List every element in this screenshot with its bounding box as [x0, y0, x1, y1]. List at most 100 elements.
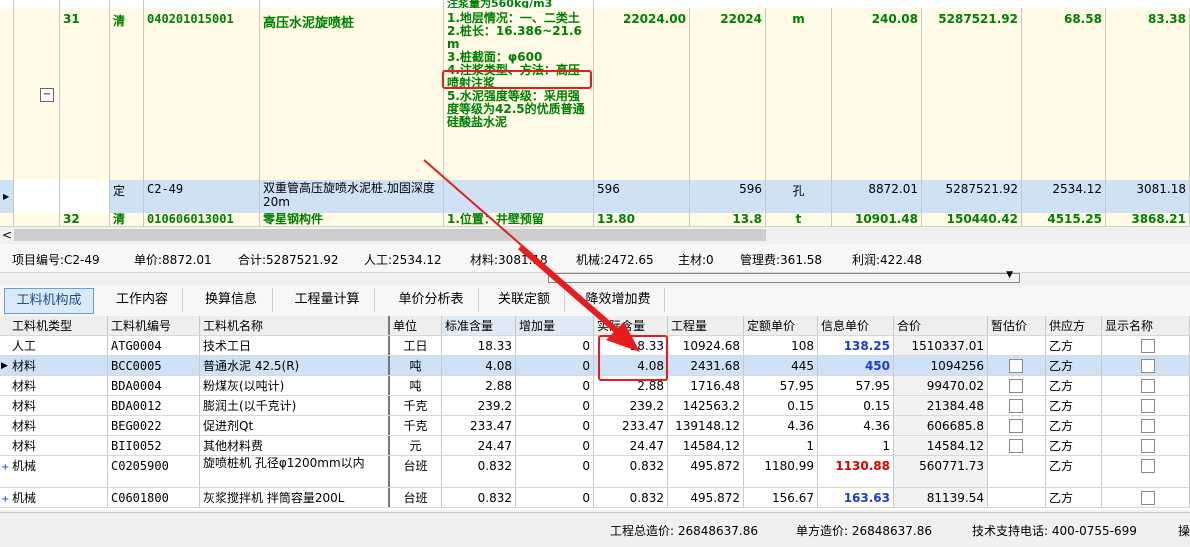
resource-row[interactable]: 材料 BEG0022 促进剂Qt 千克 233.47 0 233.47 139148.12 4.… [0, 416, 1190, 436]
cell-total: 99470.02 [894, 376, 988, 395]
tab-work-content[interactable]: 工作内容 [102, 288, 183, 312]
estimate-checkbox-cell [988, 416, 1046, 435]
tab-related-quota[interactable]: 关联定额 [484, 288, 565, 312]
scrollbar-thumb[interactable] [14, 229, 766, 241]
cell-info[interactable]: 57.95 [818, 376, 894, 395]
status-total-cost: 工程总造价: 26848637.86 [610, 524, 759, 538]
resource-row[interactable]: 人工 ATG0004 技术工日 工日 18.33 0 18.33 10924.68 108 138… [0, 336, 1190, 356]
cell-kind: 材料 [0, 436, 108, 455]
col-header[interactable]: 标准含量 [442, 316, 516, 335]
splitter-handle[interactable]: ▼ [548, 270, 1020, 283]
resource-row[interactable]: 材料 BDA0004 粉煤灰(以吨计) 吨 2.88 0 2.88 1716.48 57.95 5… [0, 376, 1190, 396]
col-header[interactable]: 增加量 [516, 316, 594, 335]
horizontal-scrollbar[interactable]: < [0, 226, 1190, 244]
col-header[interactable]: 显示名称 [1102, 316, 1190, 335]
display-name-checkbox[interactable] [1141, 418, 1155, 433]
cell-info[interactable]: 1130.88 [818, 456, 894, 487]
cell-code: BEG0022 [108, 416, 200, 435]
cell-add[interactable]: 0 [516, 436, 594, 455]
cell-actual[interactable]: 233.47 [594, 416, 668, 435]
cell-add[interactable]: 0 [516, 336, 594, 355]
cell-info[interactable]: 1 [818, 436, 894, 455]
summary-main-material: 主材:0 [678, 253, 714, 267]
col-header[interactable]: 工料机名称 [200, 316, 390, 335]
cell-add[interactable]: 0 [516, 488, 594, 507]
tab-efficiency-fee[interactable]: 降效增加费 [572, 288, 665, 312]
resource-row[interactable]: 材料 BDA0012 膨润土(以千克计) 千克 239.2 0 239.2 142563.2 0… [0, 396, 1190, 416]
col-header[interactable]: 单位 [390, 316, 442, 335]
cell-add[interactable]: 0 [516, 376, 594, 395]
cell-code: BCC0005 [108, 356, 200, 375]
cell-supplier: 乙方 [1046, 336, 1102, 355]
cell-info[interactable]: 0.15 [818, 396, 894, 415]
col-header[interactable]: 暂估价 [988, 316, 1046, 335]
display-name-checkbox[interactable] [1141, 458, 1155, 473]
cell-kind: 材料 [0, 416, 108, 435]
col-header[interactable]: 合价 [894, 316, 988, 335]
cell-info[interactable]: 138.25 [818, 336, 894, 355]
estimate-checkbox[interactable] [1009, 438, 1023, 453]
cell-info[interactable]: 450 [818, 356, 894, 375]
row-pointer-icon: ▶ [0, 180, 14, 213]
col-header[interactable]: 供应方 [1046, 316, 1102, 335]
cell-actual[interactable]: 0.832 [594, 488, 668, 507]
display-name-checkbox[interactable] [1141, 438, 1155, 453]
tab-unit-price-analysis[interactable]: 单价分析表 [384, 288, 479, 312]
grid-header: 工料机类型 工料机编号 工料机名称 单位 标准含量 增加量 实际含量 工程量 定… [0, 316, 1190, 336]
row-code: 010606013001 [144, 213, 260, 226]
quota-row-c2-49[interactable]: ▶ 定 C2-49 双重管高压旋喷水泥桩.加固深度20m 596 596 孔 8… [0, 180, 1190, 214]
cell-info[interactable]: 4.36 [818, 416, 894, 435]
display-name-checkbox[interactable] [1141, 358, 1155, 373]
resource-grid[interactable]: 工料机类型 工料机编号 工料机名称 单位 标准含量 增加量 实际含量 工程量 定… [0, 316, 1190, 510]
cell-code: ATG0004 [108, 336, 200, 355]
col-header[interactable]: 实际含量 [594, 316, 668, 335]
summary-profit: 利润:422.48 [852, 253, 923, 267]
scroll-left-icon[interactable]: < [2, 227, 12, 243]
bill-row-32[interactable]: 32 清 010606013001 零星钢构件 1.位置：井壁预留 13.80 … [0, 213, 1190, 226]
col-header[interactable]: 工料机编号 [108, 316, 200, 335]
cell-actual[interactable]: 239.2 [594, 396, 668, 415]
resource-row[interactable]: 机械 C0205900 旋喷桩机 孔径φ1200mm以内 台班 0.832 0 0.832 4… [0, 456, 1190, 488]
tab-resource-composition[interactable]: 工料机构成 [4, 288, 94, 314]
display-name-checkbox[interactable] [1141, 338, 1155, 353]
expand-plus-icon[interactable]: + [1, 458, 9, 478]
cell-actual[interactable]: 0.832 [594, 456, 668, 487]
cell-add[interactable]: 0 [516, 456, 594, 487]
expand-plus-icon[interactable]: + [1, 490, 9, 510]
cell-total: 560771.73 [894, 456, 988, 487]
tab-quantity-calc[interactable]: 工程量计算 [280, 288, 375, 312]
col-header[interactable]: 定额单价 [744, 316, 818, 335]
estimate-checkbox[interactable] [1009, 398, 1023, 413]
col-header[interactable]: 工程量 [668, 316, 744, 335]
collapse-toggle-icon[interactable]: − [40, 88, 54, 102]
cell-std: 18.33 [442, 336, 516, 355]
labor-cost: 68.58 [1022, 8, 1106, 180]
cell-qty: 10924.68 [668, 336, 744, 355]
estimate-checkbox[interactable] [1009, 418, 1023, 433]
cell-actual[interactable]: 24.47 [594, 436, 668, 455]
display-name-checkbox[interactable] [1141, 398, 1155, 413]
row-name: 高压水泥旋喷桩 [260, 8, 444, 180]
resource-row[interactable]: 材料 BII0052 其他材料费元 24.47 0 24.47 14584.12 1 1 1458… [0, 436, 1190, 456]
cell-name: 旋喷桩机 孔径φ1200mm以内 [200, 456, 390, 487]
display-name-checkbox[interactable] [1141, 490, 1155, 505]
resource-row[interactable]: 机械 C0601800 灰浆搅拌机 拌筒容量200L 台班 0.832 0 0.832 495… [0, 488, 1190, 508]
tab-conversion-info[interactable]: 换算信息 [190, 288, 273, 312]
resource-row[interactable]: 材料 BCC0005 普通水泥 42.5(R) 吨 4.08 0 4.08 2431.68 44… [0, 356, 1190, 376]
row-name: 双重管高压旋喷水泥桩.加固深度20m [260, 180, 444, 213]
bill-items-grid[interactable]: 注浆量为560kg/m3 31 清 040201015001 高压水泥旋喷桩 1… [0, 0, 1190, 226]
display-name-checkbox[interactable] [1141, 378, 1155, 393]
estimate-checkbox[interactable] [1009, 378, 1023, 393]
cell-quota: 57.95 [744, 376, 818, 395]
cell-add[interactable]: 0 [516, 416, 594, 435]
dropdown-arrow-icon[interactable]: ▼ [1006, 270, 1013, 280]
unit: 孔 [766, 180, 832, 213]
col-header[interactable]: 信息单价 [818, 316, 894, 335]
estimate-checkbox[interactable] [1009, 358, 1023, 373]
cell-total: 1510337.01 [894, 336, 988, 355]
bill-row-31[interactable]: 31 清 040201015001 高压水泥旋喷桩 1.地层情况：一、二类土 2… [0, 8, 1190, 181]
cell-info[interactable]: 163.63 [818, 488, 894, 507]
cell-add[interactable]: 0 [516, 356, 594, 375]
cell-add[interactable]: 0 [516, 396, 594, 415]
col-header[interactable]: 工料机类型 [0, 316, 108, 335]
